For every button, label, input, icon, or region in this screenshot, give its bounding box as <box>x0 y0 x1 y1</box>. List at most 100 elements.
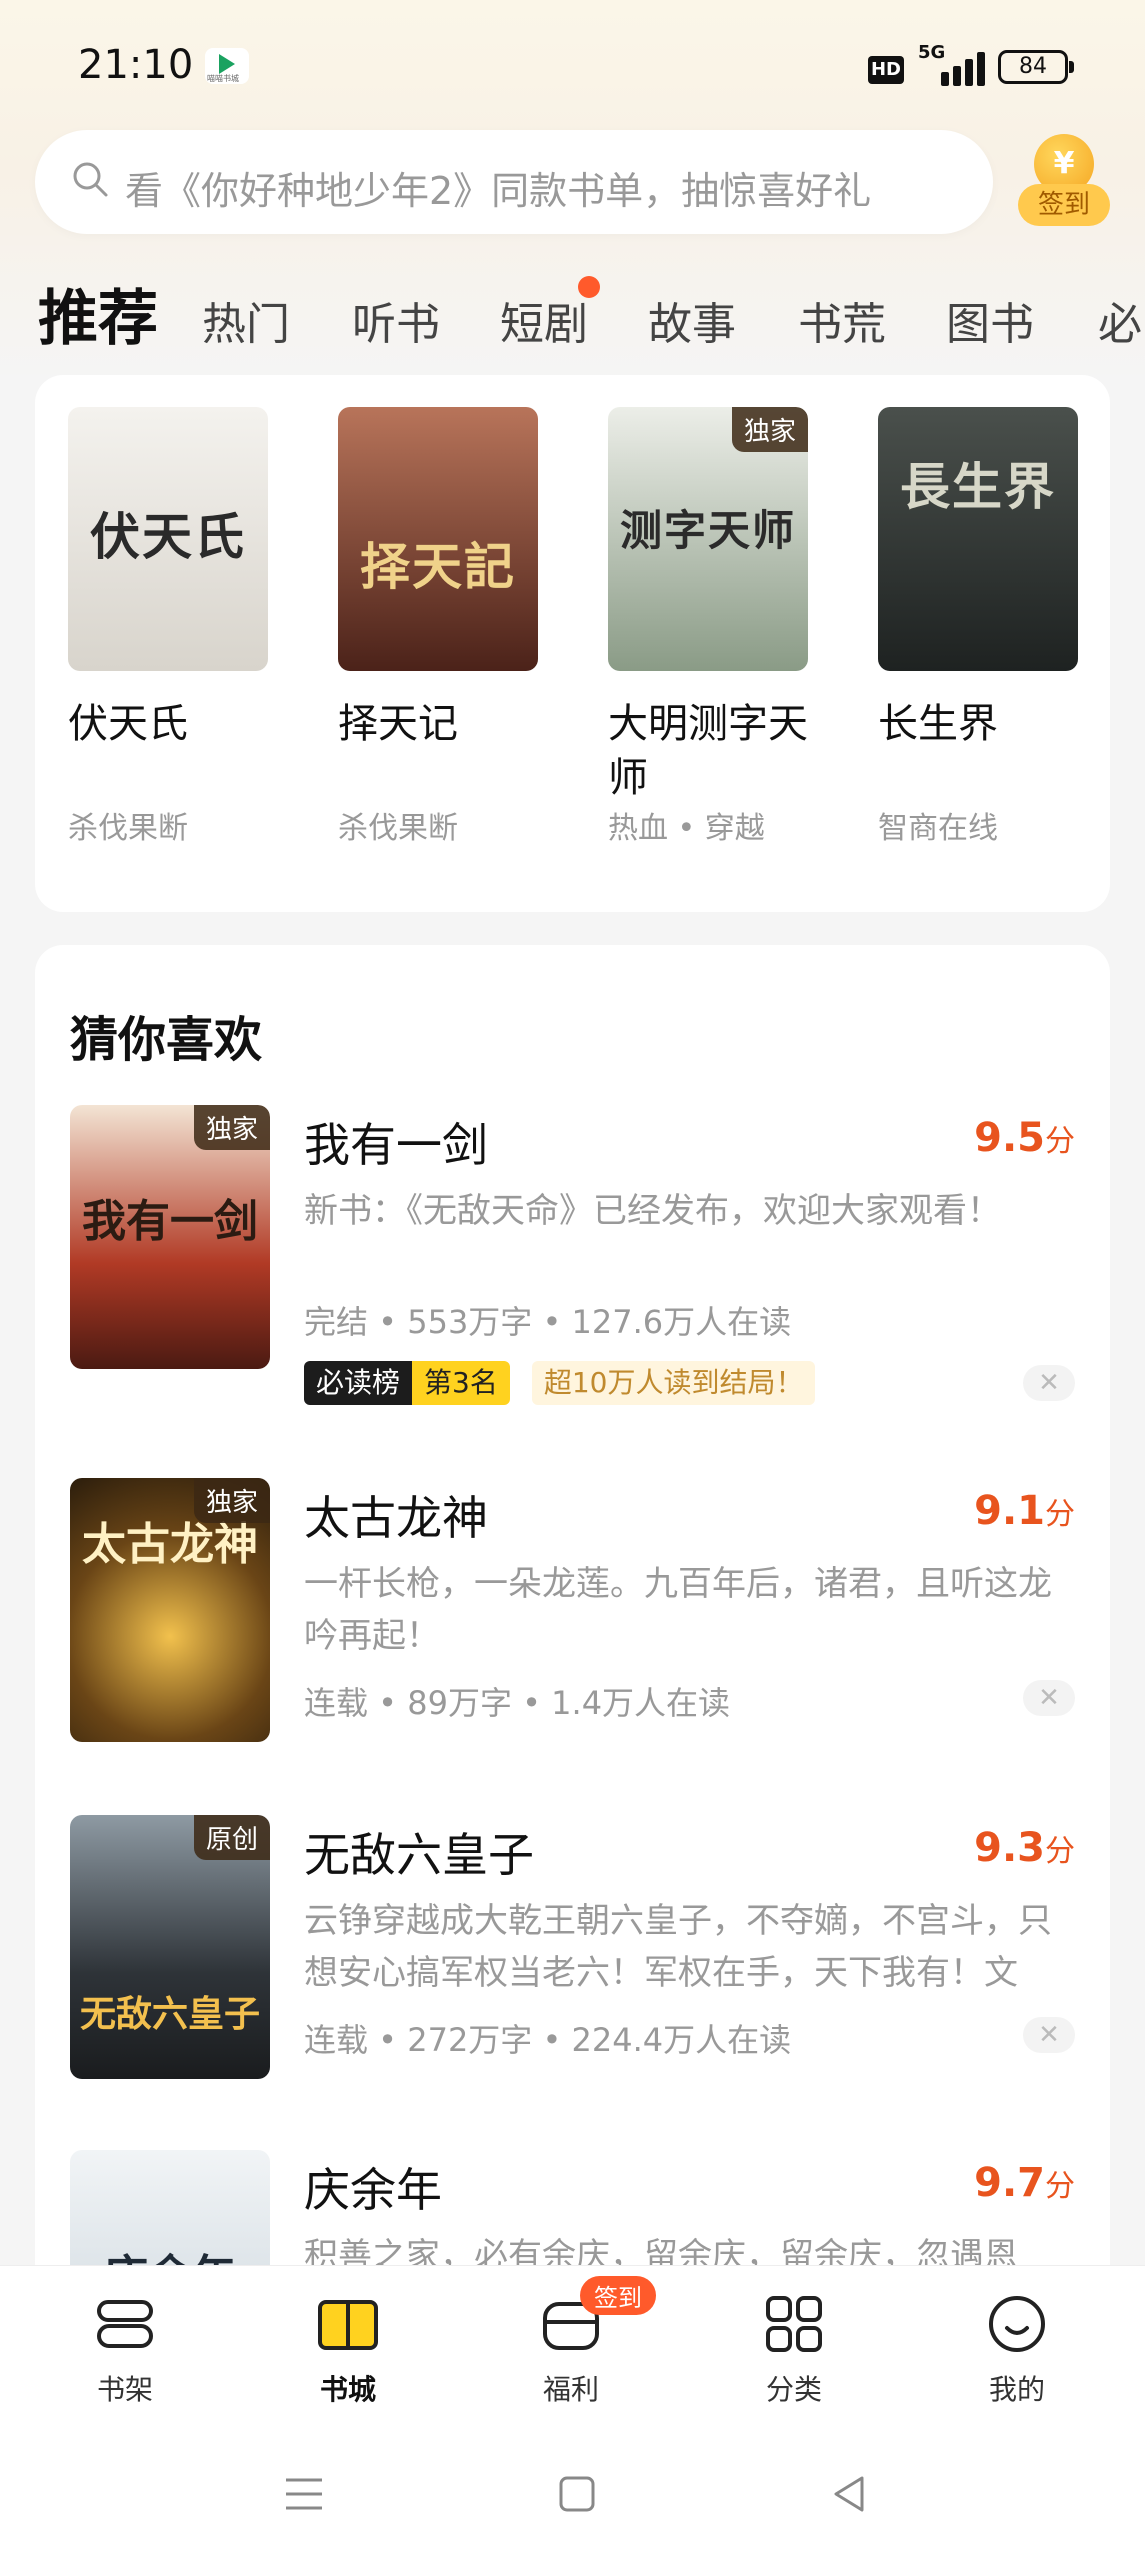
book-cover[interactable]: 择天記 <box>338 407 538 671</box>
nav-bookshelf[interactable]: 书架 <box>50 2294 200 2408</box>
system-navigation-bar <box>0 2425 1145 2560</box>
dismiss-icon[interactable]: ✕ <box>1023 1365 1075 1401</box>
book-meta: 连载 • 272万字 • 224.4万人在读 <box>304 2021 792 2059</box>
hd-icon: HD <box>868 56 904 84</box>
book-score: 9.3分 <box>974 1825 1075 1871</box>
search-placeholder: 看《你好种地少年2》同款书单，抽惊喜好礼 <box>125 169 872 213</box>
score-value: 9.3 <box>974 1825 1045 1871</box>
rank-tags: 必读榜 第3名 超10万人读到结局！ <box>304 1361 816 1405</box>
category-icon <box>766 2296 822 2352</box>
menu-icon[interactable] <box>280 2470 328 2518</box>
nav-label: 福利 <box>542 2373 599 2406</box>
cover-title: 无敌六皇子 <box>79 1993 260 2035</box>
book-tag: 热血 • 穿越 <box>608 811 765 846</box>
score-value: 9.7 <box>974 2160 1045 2206</box>
new-dot-badge <box>578 276 600 298</box>
tab-recommend[interactable]: 推荐 <box>34 270 158 357</box>
book-title[interactable]: 长生界 <box>878 697 1078 751</box>
book-title[interactable]: 庆余年 <box>304 2154 442 2220</box>
original-badge: 原创 <box>193 1815 270 1860</box>
book-title[interactable]: 伏天氏 <box>68 697 268 751</box>
nav-category[interactable]: 分类 <box>719 2294 869 2408</box>
search-icon <box>73 162 108 197</box>
nav-label: 分类 <box>765 2373 822 2406</box>
app-notification-caption: 喵喵书城 <box>207 74 239 83</box>
book-description: 一杆长枪，一朵龙莲。九百年后，诸君，且听这龙吟再起！ <box>304 1564 1052 1656</box>
bookshelf-icon <box>97 2300 153 2348</box>
search-bar[interactable]: 看《你好种地少年2》同款书单，抽惊喜好礼 <box>35 130 993 234</box>
book-title[interactable]: 大明测字天师 <box>608 697 808 805</box>
signin-button[interactable]: ¥ 签到 <box>1018 134 1110 226</box>
book-tag: 智商在线 <box>878 811 998 846</box>
nav-label: 书城 <box>319 2373 376 2406</box>
score-unit: 分 <box>1045 1497 1075 1532</box>
list-item[interactable]: 太古龙神 独家 太古龙神 9.1分 一杆长枪，一朵龙莲。九百年后，诸君，且听这龙… <box>70 1478 1075 1748</box>
rank-list-label[interactable]: 必读榜 <box>304 1361 413 1405</box>
nav-profile[interactable]: 我的 <box>942 2294 1092 2408</box>
book-score: 9.1分 <box>974 1488 1075 1534</box>
book-title[interactable]: 择天记 <box>338 697 538 751</box>
book-meta: 连载 • 89万字 • 1.4万人在读 <box>304 1684 731 1722</box>
score-value: 9.1 <box>974 1488 1045 1534</box>
dismiss-icon[interactable]: ✕ <box>1023 2017 1075 2053</box>
guess-you-like-card: 猜你喜欢 我有一剑 独家 我有一剑 9.5分 新书：《无敌天命》已经发布，欢迎大… <box>35 945 1110 2414</box>
book-card[interactable]: 伏天氏 伏天氏 <box>68 407 268 751</box>
book-cover[interactable]: 我有一剑 独家 <box>70 1105 270 1369</box>
status-time: 21:10 <box>78 42 194 88</box>
score-unit: 分 <box>1045 1834 1075 1869</box>
nav-label: 我的 <box>988 2373 1045 2406</box>
book-card[interactable]: 择天記 择天记 <box>338 407 538 751</box>
book-cover[interactable]: 長生界 <box>878 407 1078 671</box>
book-card[interactable]: 長生界 长生界 <box>878 407 1078 751</box>
tab-hot[interactable]: 热门 <box>202 288 290 352</box>
tab-book-famine[interactable]: 书荒 <box>798 288 886 352</box>
dismiss-icon[interactable]: ✕ <box>1023 1680 1075 1716</box>
nav-book-city[interactable]: 书城 <box>273 2294 423 2408</box>
signin-label: 签到 <box>1018 184 1110 226</box>
tab-audiobook[interactable]: 听书 <box>352 288 440 352</box>
rank-position[interactable]: 第3名 <box>412 1361 510 1405</box>
signal-icon <box>935 52 985 86</box>
tab-books[interactable]: 图书 <box>946 288 1034 352</box>
app-notification-icon: 喵喵书城 <box>205 48 249 84</box>
exclusive-badge: 独家 <box>193 1478 270 1523</box>
tab-story[interactable]: 故事 <box>648 288 736 352</box>
book-title[interactable]: 太古龙神 <box>304 1482 488 1548</box>
cover-title: 我有一剑 <box>82 1196 258 1247</box>
book-title[interactable]: 我有一剑 <box>304 1109 488 1175</box>
section-title: 猜你喜欢 <box>70 1012 263 1068</box>
book-tag: 杀伐果断 <box>68 811 188 846</box>
status-bar: 21:10 喵喵书城 HD 5G 84 <box>0 0 1145 120</box>
read-count-tag: 超10万人读到结局！ <box>531 1361 816 1405</box>
book-description: 新书：《无敌天命》已经发布，欢迎大家观看！ <box>304 1191 1001 1231</box>
home-icon[interactable] <box>553 2470 601 2518</box>
book-city-icon <box>318 2300 378 2350</box>
score-value: 9.5 <box>974 1115 1045 1161</box>
signin-badge: 签到 <box>580 2276 656 2315</box>
cover-title: 長生界 <box>900 457 1056 516</box>
book-cover[interactable]: 伏天氏 <box>68 407 268 671</box>
book-score: 9.7分 <box>974 2160 1075 2206</box>
list-item[interactable]: 我有一剑 独家 我有一剑 9.5分 新书：《无敌天命》已经发布，欢迎大家观看！ … <box>70 1105 1075 1405</box>
cover-title: 测字天师 <box>619 506 796 555</box>
book-card[interactable]: 测字天师 独家 大明测字天师 <box>608 407 808 805</box>
cover-title: 择天記 <box>360 537 516 596</box>
book-cover[interactable]: 无敌六皇子 原创 <box>70 1815 270 2079</box>
profile-icon <box>989 2296 1045 2352</box>
bottom-nav: 书架 书城 福利 签到 分类 我的 <box>0 2265 1145 2425</box>
back-icon[interactable] <box>826 2470 874 2518</box>
tab-must-read[interactable]: 必 <box>1098 288 1145 352</box>
battery-icon: 84 <box>998 50 1074 84</box>
list-item[interactable]: 无敌六皇子 原创 无敌六皇子 9.3分 云铮穿越成大乾王朝六皇子，不夺嫡，不宫斗… <box>70 1815 1075 2085</box>
tab-short-drama[interactable]: 短剧 <box>500 288 588 352</box>
cover-title: 伏天氏 <box>90 507 246 566</box>
book-score: 9.5分 <box>974 1115 1075 1161</box>
book-title[interactable]: 无敌六皇子 <box>304 1819 534 1885</box>
category-tabs: 推荐 热门 听书 短剧 故事 书荒 图书 必 <box>0 270 1145 360</box>
book-cover[interactable]: 太古龙神 独家 <box>70 1478 270 1742</box>
featured-books-card: 伏天氏 伏天氏 杀伐果断 择天記 择天记 杀伐果断 测字天师 独家 大明测字天师… <box>35 375 1110 912</box>
score-unit: 分 <box>1045 2169 1075 2204</box>
nav-label: 书架 <box>96 2373 153 2406</box>
book-tag: 杀伐果断 <box>338 811 458 846</box>
book-cover[interactable]: 测字天师 独家 <box>608 407 808 671</box>
